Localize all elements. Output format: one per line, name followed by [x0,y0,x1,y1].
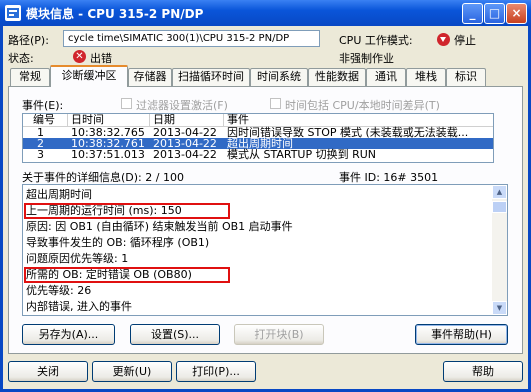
detail-line: 内部错误, 进入的事件 [26,300,132,313]
scroll-up-arrow-icon[interactable]: ▲ [492,185,507,199]
detail-line: 优先等级: 26 [26,284,92,297]
event-time: 10:37:51.013 [71,148,145,161]
path-field[interactable]: cycle time\SIMATIC 300(1)\CPU 315-2 PN/D… [63,30,320,47]
column-header-date[interactable]: 日期 [153,114,175,125]
column-header-time[interactable]: 日时间 [71,114,104,125]
event-date: 2013-04-22 [153,148,217,161]
settings-button[interactable]: 设置(S)... [130,324,220,345]
path-label: 路径(P): [8,34,49,47]
tab-identification[interactable]: 标识 [446,68,486,86]
state-value: 出错 [90,52,112,65]
close-window-button[interactable]: × [506,3,527,24]
tab-time-system[interactable]: 时间系统 [250,68,308,86]
help-button[interactable]: 帮助 [443,361,523,382]
title-bar: 模块信息 - CPU 315-2 PN/DP _ □ × [0,0,531,26]
time-diff-checkbox-label: 时间包括 CPU/本地时间差异(T) [285,99,440,112]
time-diff-checkbox[interactable] [270,98,281,109]
detail-line: 导致事件发生的 OB: 循环程序 (OB1) [26,236,210,249]
window-border-left [0,26,3,392]
event-list[interactable]: 编号 日时间 日期 事件 1 10:38:32.765 2013-04-22 因… [22,113,494,163]
error-x-icon: ✕ [73,50,86,63]
save-as-button[interactable]: 另存为(A)... [22,324,115,345]
tab-stack[interactable]: 堆栈 [406,68,446,86]
module-info-icon [5,5,21,21]
tab-performance-data[interactable]: 性能数据 [308,68,366,86]
column-header-event[interactable]: 事件 [227,114,249,125]
scroll-thumb[interactable] [492,201,507,213]
tab-memory[interactable]: 存储器 [128,68,172,86]
highlight-box-runtime [24,203,230,219]
detail-line: 问题原因优先等级: 1 [26,252,129,265]
print-button[interactable]: 打印(P)... [176,361,256,382]
event-details-text[interactable]: 超出周期时间 上一周期的运行时间 (ms): 150 原因: 因 OB1 (自由… [22,184,508,316]
event-number: 3 [37,148,44,161]
event-text: 模式从 STARTUP 切换到 RUN [227,148,377,161]
event-help-button[interactable]: 事件帮助(H) [415,324,508,345]
tab-diagnostic-buffer[interactable]: 诊断缓冲区 [50,65,128,87]
tab-communication[interactable]: 通讯 [366,68,406,86]
cpu-mode-value: 停止 [454,34,476,47]
detail-line: 超出周期时间 [26,188,92,201]
minimize-button[interactable]: _ [462,3,483,24]
close-button[interactable]: 关闭 [8,361,88,382]
event-id: 事件 ID: 16# 3501 [339,171,439,184]
stop-icon [437,33,450,46]
maximize-button[interactable]: □ [484,3,505,24]
detail-line: 原因: 因 OB1 (自由循环) 结束触发当前 OB1 启动事件 [26,220,293,233]
scroll-down-arrow-icon[interactable]: ▼ [492,301,507,315]
filter-checkbox-label: 过滤器设置激活(F) [136,99,228,112]
event-row[interactable]: 3 10:37:51.013 2013-04-22 模式从 STARTUP 切换… [23,149,493,160]
window-title: 模块信息 - CPU 315-2 PN/DP [26,7,204,21]
refresh-button[interactable]: 更新(U) [92,361,172,382]
tab-general[interactable]: 常规 [10,68,50,86]
tab-scan-cycle-time[interactable]: 扫描循环时间 [172,68,250,86]
state-label: 状态: [8,52,34,65]
column-header-number[interactable]: 编号 [33,114,55,125]
cpu-mode-label: CPU 工作模式: [339,34,413,47]
forcing-status: 非强制作业 [339,52,394,65]
event-details-label: 关于事件的详细信息(D): 2 / 100 [22,171,184,184]
open-block-button[interactable]: 打开块(B) [234,324,324,345]
filter-checkbox[interactable] [121,98,132,109]
details-scrollbar[interactable]: ▲ ▼ [492,185,507,315]
highlight-box-required-ob [24,267,230,283]
events-label: 事件(E): [22,99,64,112]
